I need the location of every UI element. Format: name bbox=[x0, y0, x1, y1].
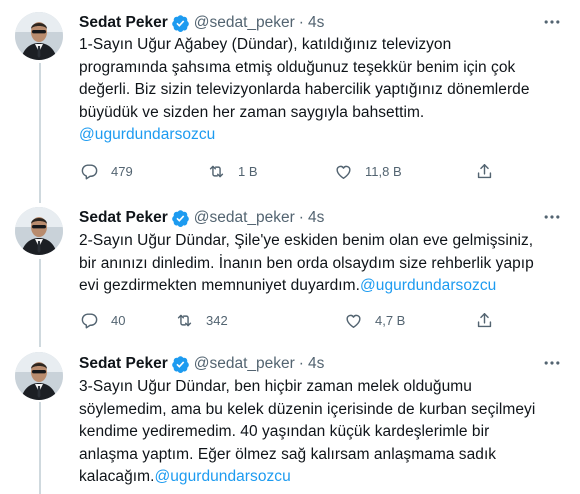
tweet-text-line: söylemedim, ama bu kelek düzenin içerisi… bbox=[79, 400, 536, 418]
tweet-text-line: 2-Sayın Uğur Dündar, Şile'ye eskiden ben… bbox=[79, 232, 534, 249]
like-button[interactable]: 11,8 B bbox=[334, 159, 402, 183]
verified-badge-icon bbox=[171, 355, 189, 373]
reply-button[interactable]: 40 bbox=[80, 308, 125, 332]
tweet-text-line: büyüdük ve sizden her zaman saygıyla bah… bbox=[79, 103, 425, 121]
tweet-text-line: kendime yediremedim. 40 yaşından küçük k… bbox=[79, 423, 490, 441]
retweet-icon bbox=[177, 314, 192, 326]
avatar-image bbox=[15, 352, 63, 400]
avatar[interactable] bbox=[15, 12, 63, 60]
tweet-text-line: değerli. Biz sizin televizyonlarda haber… bbox=[79, 81, 530, 99]
tweet-actions: 40 342 4,7 B bbox=[76, 308, 566, 332]
tweet-text-segment: kalacağım. bbox=[79, 468, 155, 486]
like-button[interactable]: 4,7 B bbox=[344, 308, 405, 332]
mention-link[interactable]: @ugurdundarsozcu bbox=[154, 468, 290, 485]
like-count: 4,7 B bbox=[375, 312, 406, 328]
tweet-actions: 479 1 B 11,8 B bbox=[76, 159, 566, 183]
share-button[interactable] bbox=[475, 159, 494, 183]
tweet-text-segment: evi gezdirmekten memnuniyet duyardım. bbox=[79, 277, 360, 295]
share-icon bbox=[477, 312, 492, 327]
tweet-text-line: programında şahsıma etmiş olduğunuz teşe… bbox=[79, 58, 516, 76]
more-icon[interactable] bbox=[542, 12, 562, 32]
retweet-button[interactable]: 342 bbox=[175, 308, 228, 332]
avatar[interactable] bbox=[15, 352, 63, 400]
tweet[interactable]: Sedat Peker @sedat_peker · 4s 2-Sayın Uğ… bbox=[0, 197, 580, 339]
mention-link[interactable]: @ugurdundarsozcu bbox=[79, 124, 565, 147]
tweet-text: 1-Sayın Uğur Ağabey (Dündar), katıldığın… bbox=[79, 34, 565, 147]
author-handle[interactable]: @sedat_peker bbox=[194, 209, 295, 227]
separator-dot: · bbox=[298, 209, 304, 226]
tweet-text: 3-Sayın Uğur Dündar, ben hiçbir zaman me… bbox=[79, 376, 565, 489]
tweet-timestamp[interactable]: 4s bbox=[308, 355, 324, 373]
tweet-text-line: 1-Sayın Uğur Ağabey (Dündar), katıldığın… bbox=[79, 36, 452, 53]
tweet-text-line: 3-Sayın Uğur Dündar, ben hiçbir zaman me… bbox=[79, 378, 472, 395]
retweet-button[interactable]: 1 B bbox=[207, 159, 258, 183]
tweet-text-line: anlaşma yaptım. Eğer ölmez sağ kalırsam … bbox=[79, 445, 497, 463]
reply-count: 40 bbox=[111, 312, 126, 328]
author-handle[interactable]: @sedat_peker bbox=[194, 355, 295, 373]
verified-badge-icon bbox=[171, 14, 189, 32]
separator-dot: · bbox=[298, 14, 304, 31]
more-icon[interactable] bbox=[542, 353, 562, 373]
tweet-text-line: bir anınızı dinledim. İnanın ben orda ol… bbox=[79, 254, 534, 272]
mention-link[interactable]: @ugurdundarsozcu bbox=[360, 277, 496, 294]
tweet-thread: Sedat Peker @sedat_peker · 4s 1-Sayın Uğ… bbox=[0, 0, 580, 494]
retweet-count: 1 B bbox=[238, 163, 258, 179]
author-name[interactable]: Sedat Peker bbox=[79, 355, 168, 373]
tweet-text-line: kalacağım.@ugurdundarsozcu bbox=[79, 466, 565, 489]
tweet[interactable]: Sedat Peker @sedat_peker · 4s 3-Sayın Uğ… bbox=[0, 342, 580, 494]
reply-count: 479 bbox=[111, 163, 133, 179]
avatar-image bbox=[15, 12, 63, 60]
tweet-timestamp[interactable]: 4s bbox=[308, 209, 324, 227]
separator-dot: · bbox=[298, 355, 304, 372]
heart-icon bbox=[346, 314, 361, 328]
share-button[interactable] bbox=[475, 308, 494, 332]
verified-badge-icon bbox=[171, 209, 189, 227]
retweet-icon bbox=[209, 165, 224, 177]
author-name[interactable]: Sedat Peker bbox=[79, 209, 168, 227]
avatar[interactable] bbox=[15, 207, 63, 255]
reply-icon bbox=[81, 312, 98, 328]
tweet-header: Sedat Peker @sedat_peker · 4s bbox=[79, 208, 324, 228]
heart-icon bbox=[336, 165, 351, 179]
tweet-header: Sedat Peker @sedat_peker · 4s bbox=[79, 354, 324, 374]
author-handle[interactable]: @sedat_peker bbox=[194, 14, 295, 32]
avatar-image bbox=[15, 207, 63, 255]
more-icon[interactable] bbox=[542, 207, 562, 227]
tweet[interactable]: Sedat Peker @sedat_peker · 4s 1-Sayın Uğ… bbox=[0, 0, 580, 190]
reply-icon bbox=[81, 163, 98, 179]
reply-button[interactable]: 479 bbox=[80, 159, 133, 183]
tweet-text-line: evi gezdirmekten memnuniyet duyardım.@ug… bbox=[79, 275, 565, 298]
like-count: 11,8 B bbox=[365, 163, 402, 179]
tweet-timestamp[interactable]: 4s bbox=[308, 14, 324, 32]
tweet-text: 2-Sayın Uğur Dündar, Şile'ye eskiden ben… bbox=[79, 230, 565, 298]
author-name[interactable]: Sedat Peker bbox=[79, 14, 168, 32]
retweet-count: 342 bbox=[206, 312, 228, 328]
tweet-header: Sedat Peker @sedat_peker · 4s bbox=[79, 13, 324, 33]
share-icon bbox=[477, 163, 492, 178]
